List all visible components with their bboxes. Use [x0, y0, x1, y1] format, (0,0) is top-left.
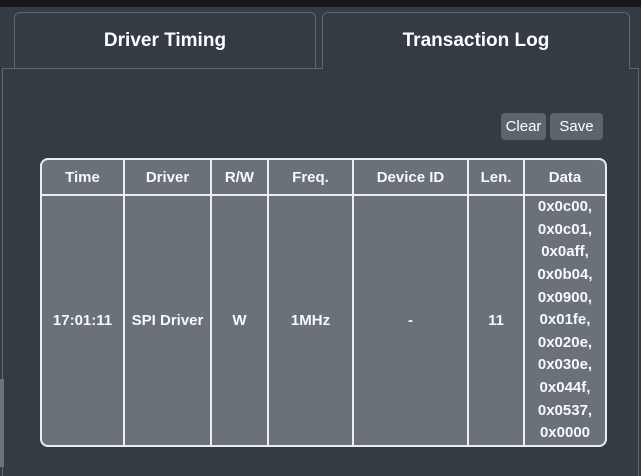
tab-transaction-log-label: Transaction Log	[402, 30, 550, 51]
column-header-rw[interactable]: R/W	[212, 160, 267, 194]
tab-transaction-log[interactable]: Transaction Log	[322, 12, 630, 69]
tab-driver-timing-label: Driver Timing	[103, 29, 227, 51]
row-cell-driver[interactable]: SPI Driver	[125, 196, 210, 445]
row-cell-len[interactable]: 11	[469, 196, 523, 445]
window-top-bar	[0, 0, 641, 7]
transaction-log-table: Time Driver R/W Freq. Device ID Len. Dat…	[40, 158, 607, 447]
left-scrollbar-thumb[interactable]	[0, 379, 4, 467]
column-header-freq[interactable]: Freq.	[269, 160, 352, 194]
save-button[interactable]: Save	[550, 113, 603, 140]
column-header-device-id[interactable]: Device ID	[354, 160, 467, 194]
tab-driver-timing[interactable]: Driver Timing	[14, 12, 316, 68]
row-cell-time[interactable]: 17:01:11	[42, 196, 123, 445]
row-cell-data[interactable]: 0x0c00, 0x0c01, 0x0aff, 0x0b04, 0x0900, …	[525, 196, 605, 445]
row-cell-freq[interactable]: 1MHz	[269, 196, 352, 445]
row-cell-rw[interactable]: W	[212, 196, 267, 445]
column-header-driver[interactable]: Driver	[125, 160, 210, 194]
clear-button[interactable]: Clear	[501, 113, 546, 140]
row-cell-device-id[interactable]: -	[354, 196, 467, 445]
column-header-time[interactable]: Time	[42, 160, 123, 194]
column-header-data[interactable]: Data	[525, 160, 605, 194]
column-header-len[interactable]: Len.	[469, 160, 523, 194]
